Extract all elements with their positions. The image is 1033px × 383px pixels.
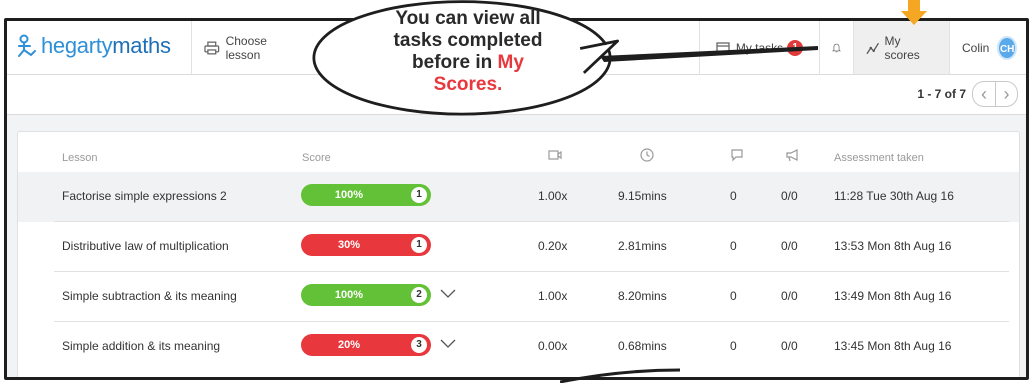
score-percent: 100% [334,289,364,301]
comments-value: 0 [730,189,737,203]
time-value: 9.15mins [618,189,667,203]
nav-my-scores[interactable]: My scores [853,21,949,74]
score-percent: 100% [334,189,364,201]
score-pill[interactable]: 100% 1 [301,184,431,206]
table-row[interactable]: Distributive law of multiplication 30% 1… [18,222,1019,272]
score-percent: 30% [337,239,361,251]
table-row[interactable]: Simple addition & its meaning 20% 3 0.00… [18,322,1019,372]
choose-lesson-label: Choose lesson [225,33,267,62]
score-pill[interactable]: 30% 1 [301,234,431,256]
my-scores-label: My scores [884,33,920,62]
comments-value: 0 [730,239,737,253]
avatar: CH [997,35,1017,60]
assessment-date: 13:49 Mon 8th Aug 16 [834,289,952,303]
column-assessment-taken: Assessment taken [834,152,924,164]
pagination-buttons: ‹ › [972,81,1018,107]
nav-user-menu[interactable]: Colin CH [949,21,1026,74]
clock-icon [640,148,654,165]
scores-table: Lesson Score Assessment taken Factorise … [17,131,1020,377]
callout-line-2: tasks completed [393,30,543,51]
hegartymaths-logo[interactable]: hegartymaths [17,33,171,59]
table-header: Lesson Score Assessment taken [18,146,1019,172]
announcements-value: 0/0 [781,289,798,303]
logo-wordmark: hegartymaths [41,33,171,58]
time-value: 8.20mins [618,289,667,303]
score-pill[interactable]: 20% 3 [301,334,431,356]
assessment-date: 13:45 Mon 8th Aug 16 [834,339,952,353]
announcements-value: 0/0 [781,339,798,353]
attempts-count: 2 [411,287,427,303]
column-score: Score [302,152,331,164]
time-value: 0.68mins [618,339,667,353]
pagination-range: 1 - 7 of 7 [917,87,966,101]
pagination: 1 - 7 of 7 ‹ › [917,81,1018,107]
column-lesson: Lesson [62,152,98,164]
decorative-curve [560,368,680,383]
callout-line-1: You can view all [395,8,541,29]
announcements-value: 0/0 [781,189,798,203]
lesson-name: Simple addition & its meaning [62,339,221,353]
speed-value: 1.00x [538,189,568,203]
comments-value: 0 [730,289,737,303]
attempts-count: 1 [411,187,427,203]
printer-icon [204,41,220,54]
time-value: 2.81mins [618,239,667,253]
chevron-left-icon: ‹ [981,83,987,104]
attempts-count: 3 [411,337,427,353]
table-row[interactable]: Simple subtraction & its meaning 100% 2 … [18,272,1019,322]
lesson-name: Distributive law of multiplication [62,239,229,253]
chevron-right-icon: › [1003,83,1010,104]
assessment-date: 11:28 Tue 30th Aug 16 [834,189,954,203]
comments-value: 0 [730,339,737,353]
table-row[interactable]: Factorise simple expressions 2 100% 1 1.… [18,172,1019,222]
speed-value: 0.20x [538,239,568,253]
lesson-name: Simple subtraction & its meaning [62,289,237,303]
nav-notifications[interactable] [819,21,853,74]
assessment-date: 13:53 Mon 8th Aug 16 [834,239,952,253]
expand-chevron-down-icon[interactable] [440,288,456,302]
score-pill[interactable]: 100% 2 [301,284,431,306]
bell-icon [832,43,841,52]
video-icon [548,149,562,164]
next-page-button[interactable]: › [995,82,1017,106]
orange-arrow-down-icon [901,0,927,25]
callout-line-3: before in My [412,52,524,73]
speed-value: 1.00x [538,289,568,303]
expand-chevron-down-icon[interactable] [440,338,456,352]
speed-value: 0.00x [538,339,568,353]
callout-line-4: Scores. [433,74,503,95]
megaphone-icon [785,148,801,165]
previous-page-button[interactable]: ‹ [973,82,995,106]
callout-pointer [600,46,818,62]
score-percent: 20% [337,339,361,351]
announcements-value: 0/0 [781,239,798,253]
lesson-name: Factorise simple expressions 2 [62,189,227,203]
trend-line-icon [866,42,880,54]
person-icon [18,34,36,57]
user-name: Colin [962,40,990,55]
callout-text: You can view all tasks completed before … [358,8,578,96]
attempts-count: 1 [411,237,427,253]
comment-icon [730,148,744,165]
